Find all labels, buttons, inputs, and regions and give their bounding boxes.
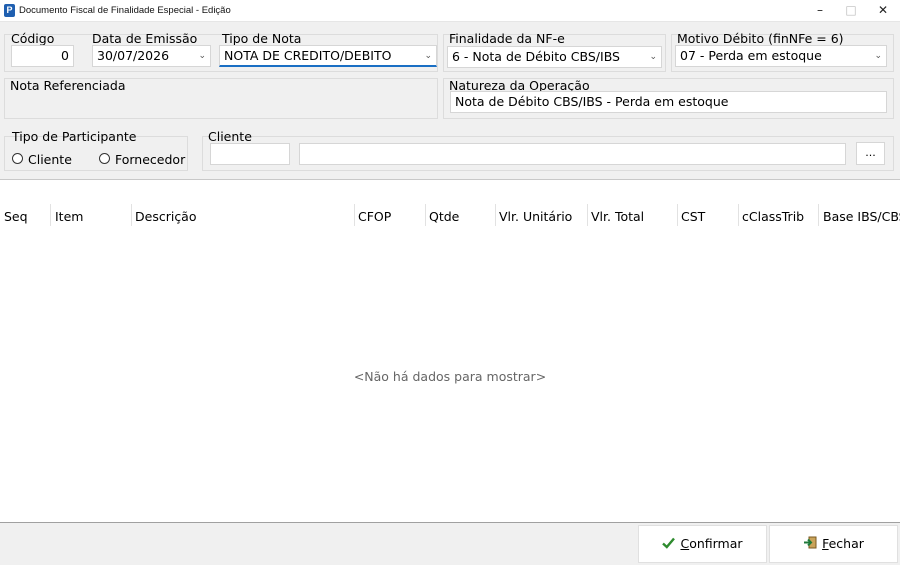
column-header-cfop[interactable]: CFOP bbox=[358, 209, 391, 224]
column-divider bbox=[677, 204, 678, 226]
fechar-label: echar bbox=[828, 536, 864, 551]
column-header-qtde[interactable]: Qtde bbox=[429, 209, 459, 224]
column-header-item[interactable]: Item bbox=[55, 209, 83, 224]
data-emissao-label: Data de Emissão bbox=[92, 31, 198, 46]
cliente-label: Cliente bbox=[208, 129, 252, 144]
column-header-vlr-total[interactable]: Vlr. Total bbox=[591, 209, 644, 224]
column-divider bbox=[50, 204, 51, 226]
motivo-label: Motivo Débito (finNFe = 6) bbox=[677, 31, 844, 46]
cliente-code-input[interactable] bbox=[210, 143, 290, 165]
participante-label: Tipo de Participante bbox=[12, 129, 137, 144]
title-bar: P Documento Fiscal de Finalidade Especia… bbox=[0, 0, 900, 22]
finalidade-label: Finalidade da NF-e bbox=[449, 31, 565, 46]
motivo-value: 07 - Perda em estoque bbox=[680, 48, 822, 63]
footer-bar: Confirmar Fechar bbox=[0, 523, 900, 565]
fechar-button[interactable]: Fechar bbox=[769, 525, 898, 563]
confirmar-hotkey: C bbox=[680, 536, 690, 551]
nota-referenciada-label: Nota Referenciada bbox=[10, 78, 126, 93]
close-button[interactable]: ✕ bbox=[866, 0, 900, 21]
column-header-base-ibs-cbs[interactable]: Base IBS/CBS bbox=[823, 209, 900, 224]
motivo-select[interactable]: 07 - Perda em estoque ⌄ bbox=[675, 45, 887, 67]
participante-cliente-radio[interactable] bbox=[12, 153, 23, 164]
exit-door-icon bbox=[803, 527, 817, 563]
data-emissao-value: 30/07/2026 bbox=[97, 48, 170, 63]
confirmar-button[interactable]: Confirmar bbox=[638, 525, 767, 563]
column-divider bbox=[495, 204, 496, 226]
chevron-down-icon[interactable]: ⌄ bbox=[874, 46, 882, 66]
participante-fornecedor-label[interactable]: Fornecedor bbox=[115, 152, 185, 167]
column-header-vlr-unitario[interactable]: Vlr. Unitário bbox=[499, 209, 572, 224]
column-divider bbox=[425, 204, 426, 226]
natureza-input[interactable]: Nota de Débito CBS/IBS - Perda em estoqu… bbox=[450, 91, 887, 113]
column-divider bbox=[738, 204, 739, 226]
participante-cliente-label[interactable]: Cliente bbox=[28, 152, 72, 167]
chevron-down-icon[interactable]: ⌄ bbox=[424, 46, 432, 65]
checkmark-icon bbox=[662, 527, 676, 563]
column-header-cclasstrib[interactable]: cClassTrib bbox=[742, 209, 804, 224]
column-divider bbox=[354, 204, 355, 226]
minimize-button[interactable]: – bbox=[803, 0, 837, 21]
column-header-cst[interactable]: CST bbox=[681, 209, 705, 224]
column-divider bbox=[587, 204, 588, 226]
column-divider bbox=[131, 204, 132, 226]
tipo-nota-value: NOTA DE CREDITO/DEBITO bbox=[224, 48, 392, 63]
maximize-button[interactable]: □ bbox=[834, 0, 868, 21]
participante-fornecedor-radio[interactable] bbox=[99, 153, 110, 164]
tipo-nota-select[interactable]: NOTA DE CREDITO/DEBITO ⌄ bbox=[219, 45, 437, 67]
cliente-name-input[interactable] bbox=[299, 143, 846, 165]
codigo-input[interactable]: 0 bbox=[11, 45, 74, 67]
finalidade-select[interactable]: 6 - Nota de Débito CBS/IBS ⌄ bbox=[447, 46, 662, 68]
app-icon: P bbox=[4, 4, 15, 17]
window-title: Documento Fiscal de Finalidade Especial … bbox=[19, 5, 231, 16]
data-emissao-picker[interactable]: 30/07/2026 ⌄ bbox=[92, 45, 211, 67]
chevron-down-icon[interactable]: ⌄ bbox=[198, 46, 206, 66]
grid-empty-message: <Não há dados para mostrar> bbox=[353, 369, 547, 384]
cliente-browse-button[interactable]: ... bbox=[856, 142, 885, 165]
tipo-nota-label: Tipo de Nota bbox=[222, 31, 302, 46]
chevron-down-icon[interactable]: ⌄ bbox=[649, 47, 657, 67]
codigo-label: Código bbox=[11, 31, 55, 46]
column-header-seq[interactable]: Seq bbox=[4, 209, 28, 224]
column-divider bbox=[818, 204, 819, 226]
confirmar-label: onfirmar bbox=[689, 536, 743, 551]
column-header-descricao[interactable]: Descrição bbox=[135, 209, 197, 224]
finalidade-value: 6 - Nota de Débito CBS/IBS bbox=[452, 49, 620, 64]
items-grid[interactable]: Seq Item Descrição CFOP Qtde Vlr. Unitár… bbox=[0, 179, 900, 523]
